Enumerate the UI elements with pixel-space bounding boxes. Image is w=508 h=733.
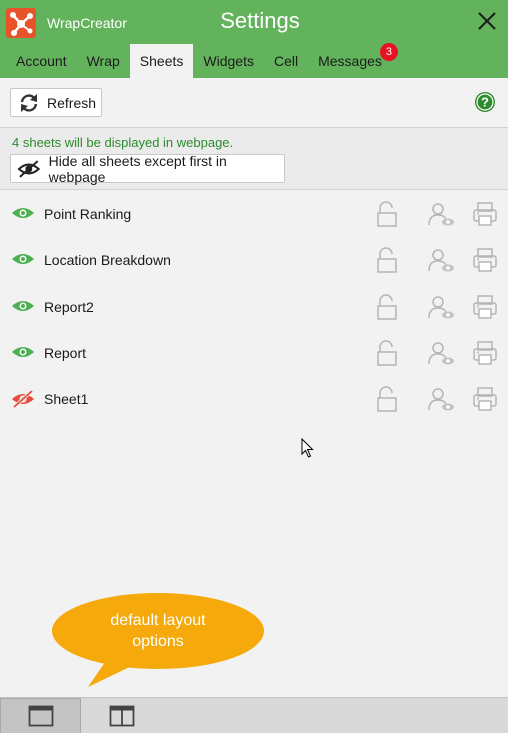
sheet-row[interactable]: Point Ranking <box>0 191 508 237</box>
close-button[interactable] <box>474 8 500 34</box>
user-view-icon[interactable] <box>427 340 455 371</box>
user-view-icon[interactable] <box>427 247 455 278</box>
print-icon[interactable] <box>472 201 498 232</box>
eye-icon[interactable] <box>11 298 35 319</box>
unlock-icon[interactable] <box>376 340 398 371</box>
tab-messages[interactable]: Messages 3 <box>308 43 398 78</box>
sheet-row[interactable]: Location Breakdown <box>0 237 508 283</box>
sheet-list: Point Ranking Location Breakdown Report2… <box>0 191 508 422</box>
refresh-label: Refresh <box>47 94 97 111</box>
user-view-icon[interactable] <box>427 386 455 417</box>
print-icon[interactable] <box>472 294 498 325</box>
layout-bar <box>0 697 508 733</box>
callout-text: default layout options <box>52 610 264 652</box>
print-icon[interactable] <box>472 340 498 371</box>
notification-badge: 3 <box>379 43 398 61</box>
callout-line: options <box>132 633 184 650</box>
print-icon[interactable] <box>472 386 498 417</box>
sheet-row[interactable]: Report <box>0 330 508 376</box>
tab-label: Widgets <box>203 53 254 69</box>
info-panel: 4 sheets will be displayed in webpage. H… <box>0 128 508 190</box>
unlock-icon[interactable] <box>376 386 398 417</box>
tab-label: Sheets <box>139 53 184 69</box>
tab-label: Messages <box>318 53 382 69</box>
tab-widgets[interactable]: Widgets <box>193 44 264 78</box>
tab-wrap[interactable]: Wrap <box>77 44 130 78</box>
hide-sheets-label: Hide all sheets except first in webpage <box>48 152 227 185</box>
svg-text:?: ? <box>481 95 489 110</box>
tab-cell[interactable]: Cell <box>264 44 308 78</box>
print-icon[interactable] <box>472 247 498 278</box>
eye-hidden-icon[interactable] <box>11 389 35 413</box>
mouse-cursor-icon <box>301 438 314 458</box>
eye-slash-icon <box>17 159 41 178</box>
unlock-icon[interactable] <box>376 247 398 278</box>
split-pane-icon <box>109 705 134 727</box>
unlock-icon[interactable] <box>376 201 398 232</box>
help-icon: ? <box>475 92 495 112</box>
help-button[interactable]: ? <box>474 91 496 113</box>
single-pane-layout-button[interactable] <box>0 698 81 733</box>
hide-sheets-button[interactable]: Hide all sheets except first in webpage <box>10 152 285 185</box>
tab-label: Cell <box>273 53 299 69</box>
callout-line: default layout <box>110 612 206 629</box>
tab-label: Wrap <box>86 53 120 69</box>
user-view-icon[interactable] <box>427 201 455 232</box>
sheet-name: Location Breakdown <box>44 252 171 269</box>
sheet-row[interactable]: Sheet1 <box>0 376 508 422</box>
sheet-row[interactable]: Report2 <box>0 284 508 330</box>
split-pane-layout-button[interactable] <box>81 698 162 733</box>
refresh-button[interactable]: Refresh <box>10 88 102 117</box>
tab-bar: Account Wrap Sheets Widgets Cell Message… <box>6 43 398 78</box>
tab-label: Account <box>16 53 67 69</box>
tab-sheets[interactable]: Sheets <box>129 44 194 78</box>
unlock-icon[interactable] <box>376 293 398 325</box>
toolbar: Refresh ? <box>0 78 508 128</box>
sheet-name: Report <box>44 344 87 361</box>
title-bar: WrapCreator Settings Account Wrap Sheets… <box>0 0 508 78</box>
sheet-count-message: 4 sheets will be displayed in webpage. <box>12 135 234 150</box>
single-pane-icon <box>28 705 53 727</box>
tab-account[interactable]: Account <box>6 44 77 78</box>
eye-icon[interactable] <box>11 251 35 272</box>
eye-icon[interactable] <box>11 205 35 226</box>
sheet-name: Sheet1 <box>44 391 89 408</box>
refresh-icon <box>20 93 38 112</box>
page-title: Settings <box>220 8 300 33</box>
close-icon <box>478 12 496 30</box>
sheet-name: Point Ranking <box>44 206 132 222</box>
user-view-icon[interactable] <box>427 294 455 325</box>
sheet-name: Report2 <box>44 298 94 315</box>
eye-icon[interactable] <box>11 344 35 365</box>
